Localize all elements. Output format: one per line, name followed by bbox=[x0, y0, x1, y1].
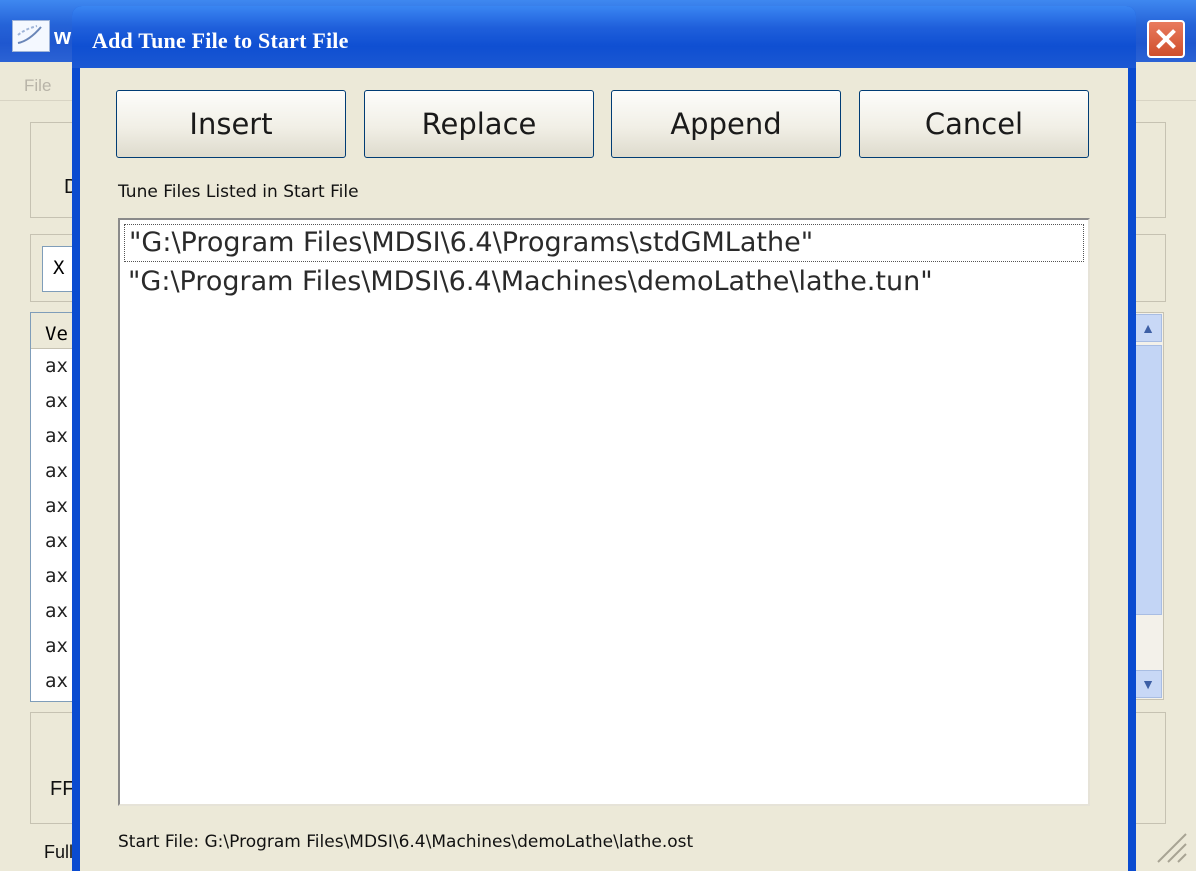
app-icon bbox=[12, 20, 50, 52]
tune-file-item[interactable]: "G:\Program Files\MDSI\6.4\Programs\stdG… bbox=[124, 224, 1084, 262]
background-ff-label: FF bbox=[50, 778, 75, 800]
dialog-body: Insert Replace Append Cancel Tune Files … bbox=[80, 68, 1128, 871]
resize-grip-icon[interactable] bbox=[1150, 826, 1190, 866]
background-window-title: w bbox=[54, 24, 72, 49]
start-file-path: Start File: G:\Program Files\MDSI\6.4\Ma… bbox=[118, 832, 694, 852]
append-button[interactable]: Append bbox=[611, 90, 841, 158]
tune-files-label: Tune Files Listed in Start File bbox=[118, 182, 359, 202]
add-tune-file-dialog: Add Tune File to Start File Insert Repla… bbox=[72, 6, 1136, 871]
background-scrollbar[interactable]: ▲ ▼ bbox=[1132, 312, 1164, 700]
close-icon[interactable] bbox=[1147, 20, 1185, 58]
insert-button[interactable]: Insert bbox=[116, 90, 346, 158]
background-status-label: Full bbox=[44, 842, 74, 862]
scroll-thumb[interactable] bbox=[1134, 345, 1162, 615]
tune-file-item[interactable]: "G:\Program Files\MDSI\6.4\Machines\demo… bbox=[124, 264, 1084, 302]
tune-file-list[interactable]: "G:\Program Files\MDSI\6.4\Programs\stdG… bbox=[118, 218, 1090, 806]
cancel-button[interactable]: Cancel bbox=[859, 90, 1089, 158]
menu-file[interactable]: File bbox=[24, 76, 51, 96]
dialog-titlebar[interactable]: Add Tune File to Start File bbox=[72, 6, 1136, 68]
scroll-down-icon[interactable]: ▼ bbox=[1134, 670, 1162, 698]
dialog-title: Add Tune File to Start File bbox=[92, 28, 349, 53]
scroll-up-icon[interactable]: ▲ bbox=[1134, 314, 1162, 342]
replace-button[interactable]: Replace bbox=[364, 90, 594, 158]
